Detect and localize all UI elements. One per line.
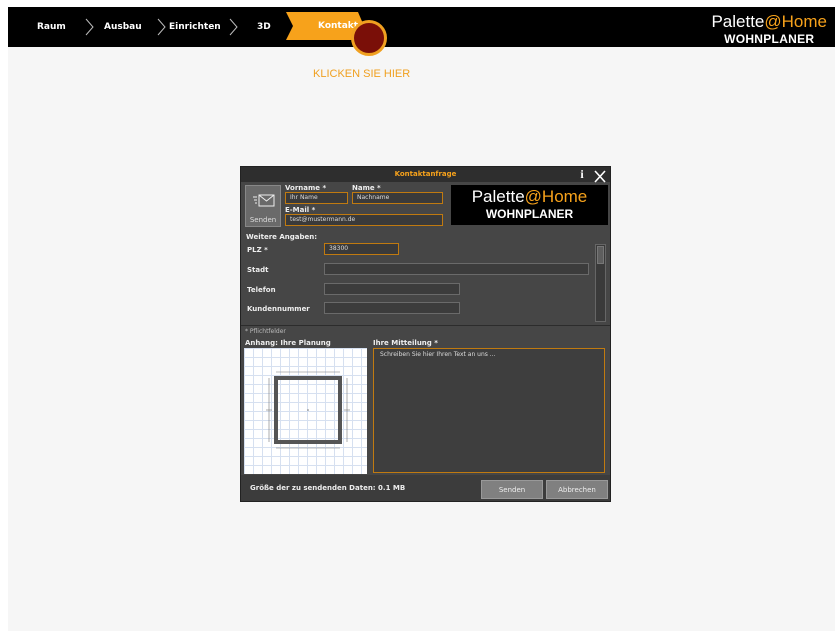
email-label: E-Mail *	[285, 206, 316, 214]
close-icon[interactable]	[593, 168, 607, 183]
name-field[interactable]: Nachname	[352, 192, 443, 204]
vorname-label: Vorname *	[285, 184, 327, 192]
brand-logo: Palette@Home WOHNPLANER	[711, 12, 827, 47]
dialog-title: Kontaktanfrage	[394, 170, 457, 178]
kundennummer-field[interactable]	[324, 302, 460, 314]
contact-dialog: Kontaktanfrage i Senden Vorname * Ihr Na…	[240, 166, 611, 502]
message-label: Ihre Mitteilung *	[373, 339, 438, 347]
section-divider	[241, 325, 610, 326]
active-step-indicator	[351, 20, 387, 56]
telefon-label: Telefon	[247, 286, 276, 294]
message-textarea[interactable]: Schreiben Sie hier Ihren Text an uns ...	[373, 348, 605, 473]
nav-item-raum[interactable]: Raum	[37, 7, 66, 47]
floor-plan-thumbnail	[244, 348, 367, 474]
plz-label: PLZ *	[247, 246, 268, 254]
data-size-text: Größe der zu sendenden Daten: 0.1 MB	[250, 484, 406, 492]
cancel-button[interactable]: Abbrechen	[546, 480, 608, 499]
kundennummer-label: Kundennummer	[247, 305, 310, 313]
nav-item-3d[interactable]: 3D	[257, 7, 271, 47]
send-tile-label: Senden	[249, 216, 277, 224]
nav-item-ausbau[interactable]: Ausbau	[104, 7, 142, 47]
name-label: Name *	[352, 184, 381, 192]
email-field[interactable]: test@mustermann.de	[285, 214, 443, 226]
info-icon[interactable]: i	[577, 168, 587, 181]
dialog-brand-logo: Palette@Home WOHNPLANER	[451, 185, 608, 225]
chevron-right-icon	[80, 17, 100, 37]
top-navigation-bar: Raum Ausbau Einrichten 3D Palette@Home W…	[8, 7, 835, 47]
dialog-footer: Größe der zu sendenden Daten: 0.1 MB Sen…	[241, 475, 610, 501]
nav-item-einrichten[interactable]: Einrichten	[169, 7, 221, 47]
click-here-hint[interactable]: KLICKEN SIE HIER	[313, 68, 410, 80]
scrollbar-thumb[interactable]	[597, 246, 604, 264]
attachment-label: Anhang: Ihre Planung	[245, 339, 331, 347]
envelope-icon	[253, 194, 275, 207]
required-fields-note: * Pflichtfelder	[245, 328, 286, 335]
stadt-label: Stadt	[247, 266, 269, 274]
plz-field[interactable]: 38300	[324, 243, 399, 255]
chevron-right-icon	[224, 17, 244, 37]
more-details-heading: Weitere Angaben:	[246, 233, 318, 241]
send-button[interactable]: Senden	[481, 480, 543, 499]
send-mail-tile[interactable]: Senden	[245, 185, 281, 227]
form-scrollbar[interactable]	[595, 244, 606, 322]
vorname-field[interactable]: Ihr Name	[285, 192, 348, 204]
telefon-field[interactable]	[324, 283, 460, 295]
stadt-field[interactable]	[324, 263, 589, 275]
